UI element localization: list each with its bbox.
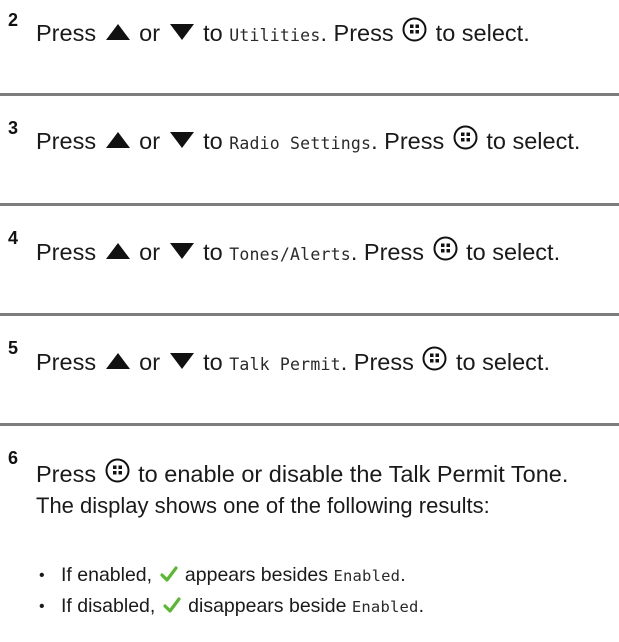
- list-item: • If disabled, disappears beside Enabled…: [36, 591, 616, 622]
- step-number: 4: [8, 228, 19, 248]
- to-word: to: [203, 239, 223, 265]
- bullet-suffix: .: [418, 595, 425, 617]
- result-intro: The display shows one of the following r…: [36, 493, 490, 518]
- press-word: Press: [36, 128, 97, 154]
- separator: [0, 203, 619, 206]
- step-tail: to select.: [466, 239, 561, 265]
- bullet-icon: •: [39, 567, 45, 584]
- bullet-prefix: If enabled,: [61, 564, 153, 586]
- up-arrow-icon: [105, 132, 130, 148]
- press-word-2: . Press: [320, 20, 394, 46]
- to-word: to: [203, 128, 223, 154]
- to-word: to: [203, 20, 223, 46]
- press-word: Press: [36, 20, 97, 46]
- or-word: or: [139, 20, 161, 46]
- status-item-name: Enabled: [351, 598, 419, 616]
- step-tail: to select.: [435, 20, 530, 46]
- up-arrow-icon: [105, 243, 130, 259]
- up-arrow-icon: [105, 353, 130, 369]
- press-word-2: . Press: [371, 128, 445, 154]
- step-tail: to select.: [455, 349, 550, 375]
- menu-ok-button-icon: [453, 125, 478, 150]
- bullet-suffix: .: [400, 564, 406, 586]
- press-word-2: . Press: [340, 349, 414, 375]
- to-word: to: [203, 349, 223, 375]
- step-number: 2: [8, 10, 19, 30]
- menu-ok-button-icon: [433, 236, 458, 261]
- press-word: Press: [36, 239, 97, 265]
- down-arrow-icon: [169, 243, 194, 259]
- step-instruction: Press to enable or disable the Talk Perm…: [36, 458, 613, 521]
- separator: [0, 93, 619, 96]
- or-word: or: [139, 128, 161, 154]
- menu-ok-button-icon: [422, 346, 447, 371]
- step-tail: to enable or disable the Talk Permit Ton…: [138, 461, 569, 487]
- separator: [0, 423, 619, 426]
- press-word: Press: [36, 349, 97, 375]
- step-instruction: Press or to Tones/Alerts. Press to selec…: [36, 236, 613, 270]
- separator: [0, 313, 619, 316]
- step-tail: to select.: [486, 128, 581, 154]
- down-arrow-icon: [169, 24, 194, 40]
- status-item-name: Enabled: [333, 567, 401, 585]
- or-word: or: [139, 349, 161, 375]
- list-item: • If enabled, appears besides Enabled.: [36, 560, 616, 591]
- up-arrow-icon: [105, 24, 130, 40]
- step-instruction: Press or to Radio Settings. Press to sel…: [36, 125, 613, 159]
- bullet-icon: •: [39, 598, 45, 615]
- or-word: or: [139, 239, 161, 265]
- step-number: 6: [8, 448, 19, 468]
- bullet-middle: disappears beside: [188, 595, 347, 617]
- menu-ok-button-icon: [402, 17, 427, 42]
- bullet-prefix: If disabled,: [61, 595, 156, 617]
- menu-item-name: Utilities: [229, 26, 321, 45]
- step-instruction: Press or to Utilities. Press to select.: [36, 17, 613, 51]
- press-word: Press: [36, 461, 97, 487]
- result-list: • If enabled, appears besides Enabled. •…: [36, 560, 616, 622]
- checkmark-icon: [159, 566, 178, 582]
- step-number: 3: [8, 118, 19, 138]
- press-word-2: . Press: [350, 239, 424, 265]
- menu-item-name: Radio Settings: [229, 134, 372, 153]
- menu-item-name: Talk Permit: [229, 355, 341, 374]
- down-arrow-icon: [169, 132, 194, 148]
- step-instruction: Press or to Talk Permit. Press to select…: [36, 346, 613, 380]
- checkmark-icon: [163, 597, 181, 613]
- menu-ok-button-icon: [105, 458, 130, 483]
- step-number: 5: [8, 338, 19, 358]
- bullet-middle: appears besides: [184, 564, 329, 586]
- menu-item-name: Tones/Alerts: [229, 245, 351, 264]
- down-arrow-icon: [169, 353, 194, 369]
